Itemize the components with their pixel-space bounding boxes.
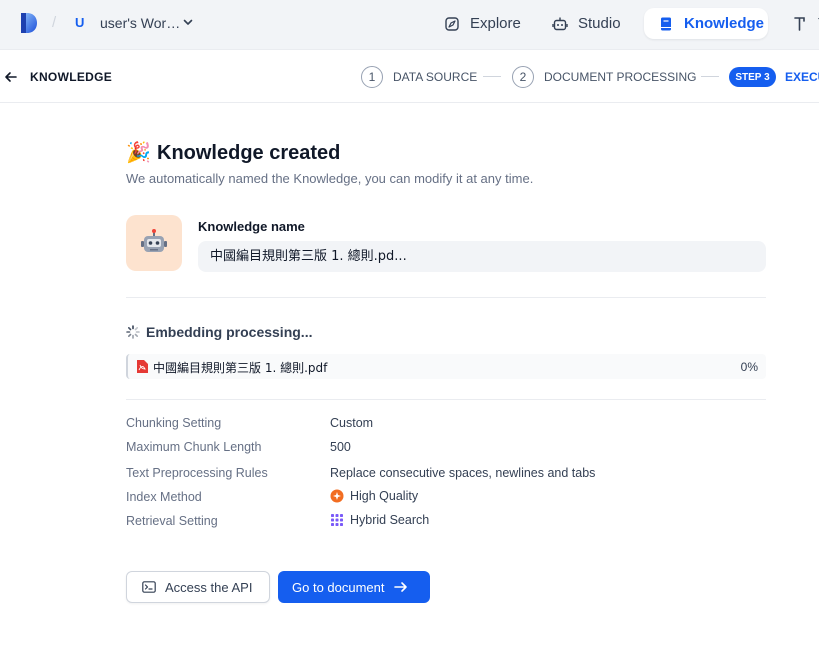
setting-value-text: 500 [330, 440, 351, 454]
top-navigation: / U user's Wor… Explore Studio Knowledge [0, 0, 819, 50]
page-subtitle: We automatically named the Knowledge, yo… [126, 171, 534, 186]
setting-key-preprocessing: Text Preprocessing Rules [126, 466, 268, 480]
go-to-document-button[interactable]: Go to document [278, 571, 430, 603]
breadcrumb-separator: / [52, 14, 57, 31]
step-header: KNOWLEDGE 1 DATA SOURCE 2 DOCUMENT PROCE… [0, 51, 819, 103]
embedding-status: Embedding processing... [146, 324, 313, 340]
step-1-label: DATA SOURCE [393, 70, 478, 84]
step-3-label: EXECU [785, 70, 819, 84]
file-progress-row: 中國編目規則第三版 1. 總則.pdf 0% [126, 354, 766, 379]
robot-icon [141, 229, 167, 252]
nav-knowledge-label: Knowledge [684, 15, 765, 32]
knowledge-name-input[interactable]: 中國編目規則第三版 1. 總則.pd... [198, 241, 766, 272]
nav-studio-label: Studio [578, 15, 621, 32]
app-logo-icon[interactable] [18, 12, 40, 34]
knowledge-avatar[interactable] [126, 215, 182, 271]
setting-value-text: High Quality [350, 489, 419, 503]
go-to-document-label: Go to document [292, 579, 385, 595]
page-title: Knowledge created [157, 142, 341, 164]
nav-knowledge[interactable]: Knowledge [644, 8, 768, 39]
section-divider [126, 297, 766, 298]
pdf-file-icon [137, 360, 148, 373]
setting-value-text: Replace consecutive spaces, newlines and… [330, 466, 596, 480]
step-2-label: DOCUMENT PROCESSING [544, 70, 697, 84]
high-quality-icon [330, 489, 344, 503]
step-separator [483, 76, 501, 77]
nav-explore-label: Explore [470, 15, 521, 32]
workspace-name[interactable]: user's Wor… [100, 15, 180, 31]
file-name: 中國編目規則第三版 1. 總則.pdf [153, 361, 328, 375]
setting-value-chunking: Custom [330, 416, 373, 430]
setting-value-index-method: High Quality [330, 489, 418, 503]
loading-spinner-icon [126, 325, 140, 339]
file-progress-percent: 0% [740, 360, 758, 374]
step-separator [701, 76, 719, 77]
setting-value-text: Hybrid Search [350, 513, 430, 527]
setting-value-preprocessing: Replace consecutive spaces, newlines and… [330, 466, 595, 480]
workspace-avatar[interactable]: U [75, 15, 84, 30]
nav-tools[interactable]: T [792, 8, 819, 39]
tools-icon [794, 16, 805, 31]
chevron-down-icon[interactable] [182, 16, 194, 28]
setting-key-chunking: Chunking Setting [126, 416, 222, 430]
nav-explore[interactable]: Explore [444, 8, 521, 39]
access-api-button[interactable]: Access the API [126, 571, 270, 603]
hybrid-search-icon [331, 514, 343, 526]
section-divider [126, 399, 766, 400]
arrow-right-icon [393, 582, 407, 592]
setting-value-max-chunk: 500 [330, 440, 351, 454]
party-popper-icon: 🎉 [126, 142, 151, 164]
setting-key-max-chunk: Maximum Chunk Length [126, 440, 262, 454]
back-link-knowledge[interactable]: KNOWLEDGE [30, 70, 112, 84]
step-2-number: 2 [512, 66, 534, 88]
knowledge-name-label: Knowledge name [198, 219, 305, 234]
nav-studio[interactable]: Studio [552, 8, 621, 39]
access-api-label: Access the API [165, 579, 253, 595]
arrow-left-icon[interactable] [4, 70, 18, 84]
compass-icon [445, 16, 459, 31]
setting-value-text: Custom [330, 416, 374, 430]
setting-key-retrieval: Retrieval Setting [126, 514, 218, 528]
step-3-badge: STEP 3 [729, 67, 776, 87]
terminal-icon [142, 581, 156, 593]
setting-key-index-method: Index Method [126, 490, 202, 504]
step-1-number: 1 [361, 66, 383, 88]
setting-value-retrieval: Hybrid Search [330, 513, 429, 527]
book-icon [661, 17, 671, 30]
robot-icon [552, 17, 568, 30]
